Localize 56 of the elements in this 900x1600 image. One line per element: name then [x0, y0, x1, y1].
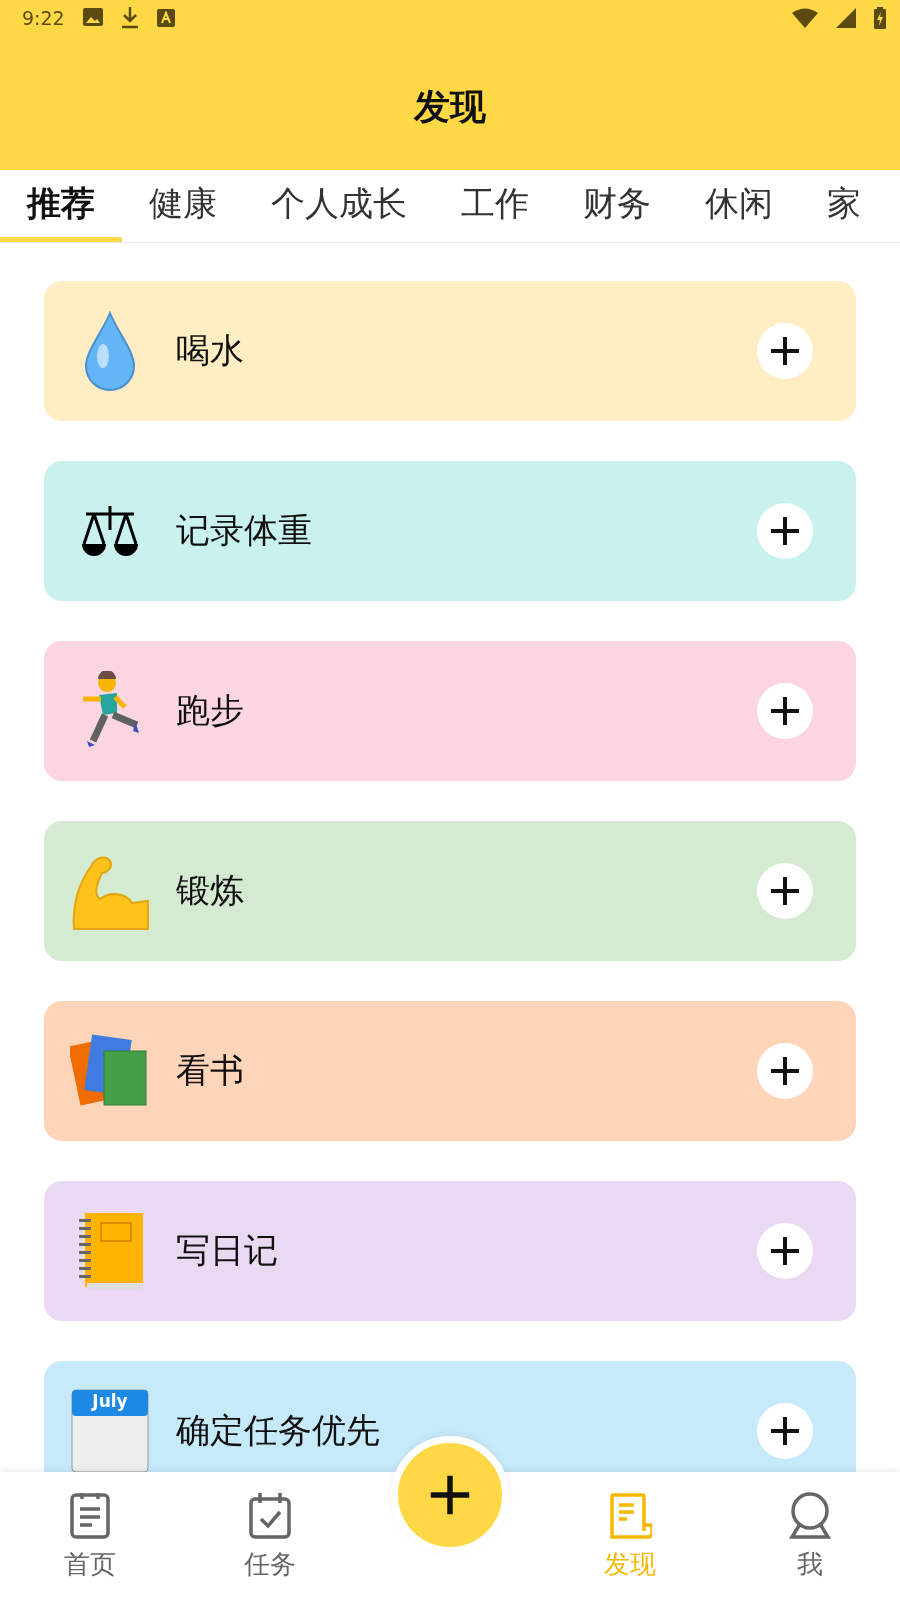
add-button[interactable]: [757, 1043, 813, 1099]
category-tab[interactable]: 休闲: [678, 170, 800, 242]
app-icon: [156, 9, 175, 27]
water-drop-icon: [83, 311, 137, 391]
habit-title: 看书: [176, 1049, 245, 1092]
category-tab[interactable]: 家: [800, 170, 888, 242]
nav-item[interactable]: 任务: [180, 1472, 360, 1600]
habit-card[interactable]: 看书: [44, 1001, 856, 1141]
category-tab[interactable]: 个人成长: [244, 170, 434, 242]
document-icon: [608, 1490, 652, 1541]
plus-icon: [769, 1415, 801, 1447]
add-button[interactable]: [757, 863, 813, 919]
add-button[interactable]: [757, 503, 813, 559]
habit-card[interactable]: July 确定任务优先: [44, 1361, 856, 1472]
plus-icon: [769, 1055, 801, 1087]
add-button[interactable]: [757, 323, 813, 379]
habit-title: 确定任务优先: [176, 1409, 381, 1452]
calendar-check-icon: [248, 1490, 292, 1541]
download-icon: [120, 7, 139, 29]
plus-icon: [428, 1473, 472, 1517]
habit-card[interactable]: 跑步: [44, 641, 856, 781]
plus-icon: [769, 335, 801, 367]
category-tab[interactable]: 工作: [434, 170, 556, 242]
habit-title: 记录体重: [176, 509, 313, 552]
habit-title: 喝水: [176, 329, 245, 372]
habit-title: 跑步: [176, 689, 245, 732]
wifi-icon: [792, 8, 818, 28]
add-button[interactable]: [757, 683, 813, 739]
plus-icon: [769, 875, 801, 907]
add-button[interactable]: [757, 1403, 813, 1459]
nav-item[interactable]: 首页: [0, 1472, 180, 1600]
category-tab[interactable]: 财务: [556, 170, 678, 242]
calendar-month: July: [90, 1391, 129, 1411]
plus-icon: [769, 695, 801, 727]
plus-icon: [769, 515, 801, 547]
category-tab[interactable]: 推荐: [0, 170, 122, 242]
signal-icon: [836, 8, 856, 28]
document-icon: [68, 1490, 112, 1541]
battery-icon: [874, 7, 886, 29]
habit-title: 锻炼: [176, 869, 245, 912]
habit-card[interactable]: 写日记: [44, 1181, 856, 1321]
category-tab[interactable]: 健康: [122, 170, 244, 242]
person-icon: [788, 1490, 832, 1541]
books-icon: [70, 1033, 150, 1109]
habit-card[interactable]: 记录体重: [44, 461, 856, 601]
habit-title: 写日记: [176, 1229, 279, 1272]
status-time: 9:22: [22, 7, 65, 29]
add-button[interactable]: [757, 1223, 813, 1279]
plus-icon: [769, 1235, 801, 1267]
nav-item[interactable]: 我: [720, 1472, 900, 1600]
page-title: 发现: [414, 84, 486, 129]
habit-card[interactable]: 喝水: [44, 281, 856, 421]
image-icon: [82, 8, 103, 28]
balance-scale-icon: [80, 504, 140, 558]
calendar-icon: [71, 1389, 149, 1472]
habit-card[interactable]: 锻炼: [44, 821, 856, 961]
